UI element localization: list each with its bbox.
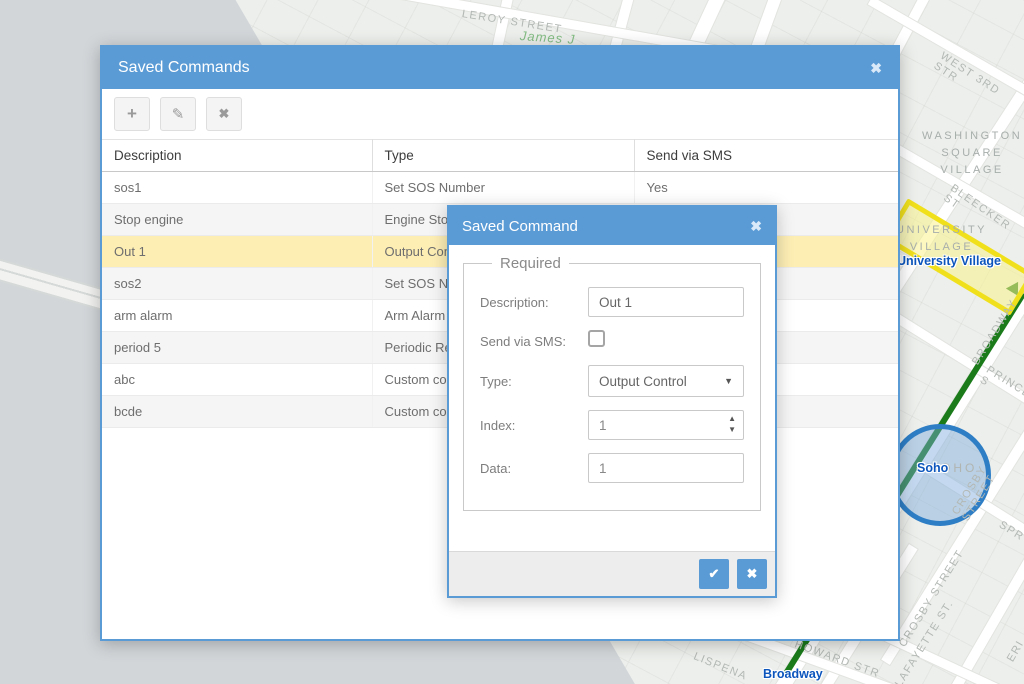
add-command-button[interactable]: + [114, 97, 150, 131]
sms-checkbox[interactable] [588, 330, 605, 347]
pencil-icon: ✎ [172, 105, 185, 123]
modal-footer: ✔ ✖ [449, 551, 775, 596]
description-input[interactable] [588, 287, 744, 317]
cell-description: sos1 [102, 172, 372, 204]
index-row: Index: ▲ ▼ [480, 410, 744, 440]
saved-command-modal: Saved Command ✖ Required Description: Se… [447, 205, 777, 598]
saved-commands-titlebar: Saved Commands ✖ [102, 47, 898, 89]
confirm-button[interactable]: ✔ [699, 559, 729, 589]
column-header-type[interactable]: Type [372, 140, 634, 172]
chevron-down-icon: ▼ [724, 376, 733, 386]
description-label: Description: [480, 295, 588, 310]
type-select[interactable]: Output Control ▼ [588, 365, 744, 397]
map-label: LISPENA [692, 650, 749, 682]
edit-command-button[interactable]: ✎ [160, 97, 196, 131]
cell-description: Stop engine [102, 204, 372, 236]
cell-description: period 5 [102, 332, 372, 364]
table-row[interactable]: sos1Set SOS NumberYes [102, 172, 898, 204]
dialog-title: Saved Commands [118, 59, 250, 77]
cell-description: bcde [102, 396, 372, 428]
cell-description: Out 1 [102, 236, 372, 268]
cancel-button[interactable]: ✖ [737, 559, 767, 589]
cell-sms: Yes [634, 172, 898, 204]
type-row: Type: Output Control ▼ [480, 365, 744, 397]
data-input[interactable] [588, 453, 744, 483]
column-header-description[interactable]: Description [102, 140, 372, 172]
index-label: Index: [480, 418, 588, 433]
data-row: Data: [480, 453, 744, 483]
table-header-row: Description Type Send via SMS [102, 140, 898, 172]
required-fieldset: Required Description: Send via SMS: Type… [463, 255, 761, 511]
modal-close-icon[interactable]: ✖ [750, 219, 762, 233]
delete-command-button[interactable]: ✖ [206, 97, 242, 131]
cell-description: arm alarm [102, 300, 372, 332]
geofence-soho[interactable] [889, 424, 991, 526]
description-row: Description: [480, 287, 744, 317]
sms-label: Send via SMS: [480, 334, 588, 349]
saved-command-form: Required Description: Send via SMS: Type… [449, 245, 775, 551]
map-label: ERI [1005, 638, 1024, 664]
app-screen: LEROY STREETJames JWEST 3RD STRWASHINGTO… [0, 0, 1024, 684]
x-icon: ✖ [747, 566, 758, 582]
sms-row: Send via SMS: [480, 330, 744, 352]
commands-toolbar: + ✎ ✖ [102, 89, 898, 139]
cell-type: Set SOS Number [372, 172, 634, 204]
plus-icon: + [127, 104, 137, 124]
cell-description: abc [102, 364, 372, 396]
delete-icon: ✖ [219, 106, 230, 122]
cell-description: sos2 [102, 268, 372, 300]
geofence-university-village[interactable] [883, 198, 1024, 315]
type-label: Type: [480, 374, 588, 389]
modal-title: Saved Command [462, 218, 578, 235]
saved-command-titlebar: Saved Command ✖ [449, 207, 775, 245]
column-header-sms[interactable]: Send via SMS [634, 140, 898, 172]
spinner-down-icon[interactable]: ▼ [728, 424, 736, 435]
type-select-value: Output Control [599, 374, 687, 389]
index-stepper[interactable]: ▲ ▼ [728, 413, 736, 435]
check-icon: ✔ [709, 566, 720, 582]
close-icon[interactable]: ✖ [870, 61, 882, 75]
index-input[interactable] [588, 410, 744, 440]
required-legend: Required [492, 255, 569, 272]
data-label: Data: [480, 461, 588, 476]
spinner-up-icon[interactable]: ▲ [728, 413, 736, 424]
